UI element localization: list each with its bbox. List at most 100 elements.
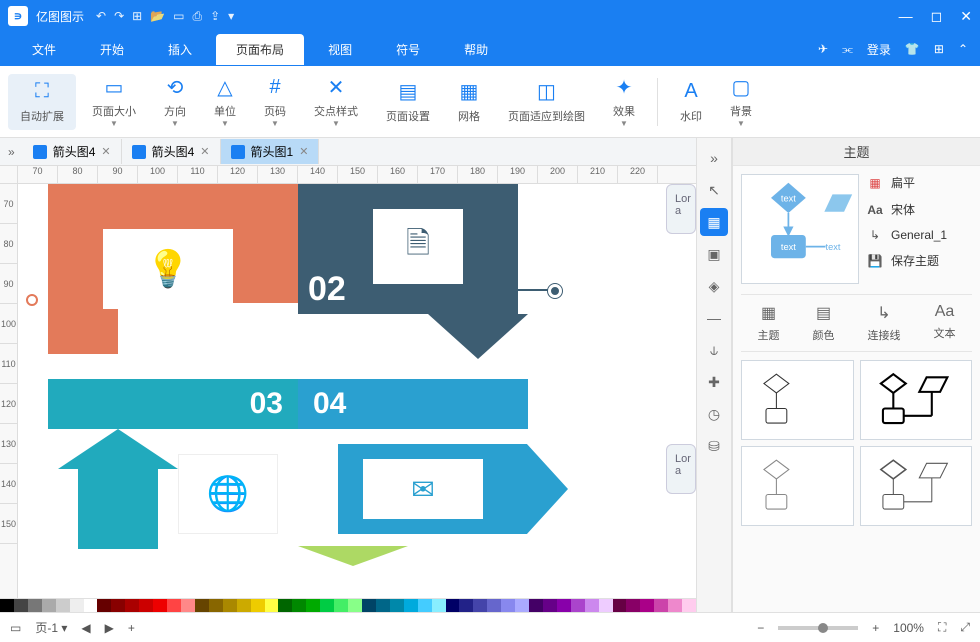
color-swatch[interactable] bbox=[292, 599, 306, 612]
presentation-icon[interactable]: ▭ bbox=[10, 621, 21, 635]
color-swatch[interactable] bbox=[237, 599, 251, 612]
save-icon[interactable]: ▭ bbox=[173, 9, 184, 24]
new-icon[interactable]: ⊞ bbox=[132, 9, 142, 24]
color-swatch[interactable] bbox=[404, 599, 418, 612]
print-icon[interactable]: ⎙ bbox=[193, 9, 203, 24]
restore-icon[interactable]: ◻ bbox=[931, 8, 943, 25]
color-swatch[interactable] bbox=[0, 599, 14, 612]
color-swatch[interactable] bbox=[571, 599, 585, 612]
fit-window-icon[interactable]: ⛶ bbox=[938, 620, 946, 635]
opt-connector[interactable]: ↳General_1 bbox=[867, 228, 947, 242]
color-swatch[interactable] bbox=[501, 599, 515, 612]
page-name-label[interactable]: 页-1 ▾ bbox=[35, 619, 67, 636]
login-button[interactable]: 登录 bbox=[867, 41, 891, 58]
cat-text[interactable]: Aa文本 bbox=[934, 303, 956, 343]
tab-close-icon[interactable]: ✕ bbox=[200, 145, 209, 158]
shape-arrow-01[interactable]: 💡 01 bbox=[48, 184, 298, 354]
shape-triangle-05[interactable] bbox=[298, 546, 408, 566]
opt-save-theme[interactable]: 💾保存主题 bbox=[867, 252, 947, 269]
menu-tab-page-layout[interactable]: 页面布局 bbox=[216, 34, 304, 65]
share-icon[interactable]: ⫘ bbox=[842, 42, 853, 57]
color-swatch[interactable] bbox=[585, 599, 599, 612]
minimize-icon[interactable]: — bbox=[899, 8, 913, 25]
color-swatch[interactable] bbox=[223, 599, 237, 612]
color-swatch[interactable] bbox=[432, 599, 446, 612]
next-page-icon[interactable]: ▶ bbox=[105, 621, 114, 635]
color-swatch[interactable] bbox=[529, 599, 543, 612]
color-swatch[interactable] bbox=[640, 599, 654, 612]
ribbon-page-size[interactable]: ▭页面大小▼ bbox=[80, 69, 148, 134]
color-swatch[interactable] bbox=[654, 599, 668, 612]
collapse-ribbon-icon[interactable]: ⌃ bbox=[958, 42, 968, 56]
send-icon[interactable]: ✈ bbox=[818, 42, 828, 56]
drawing-canvas[interactable]: 💡 01 🗎 02 03 🌐 04 ✉ bbox=[18, 184, 696, 598]
color-swatch[interactable] bbox=[459, 599, 473, 612]
color-swatch[interactable] bbox=[265, 599, 279, 612]
color-swatch[interactable] bbox=[42, 599, 56, 612]
connector-dot[interactable] bbox=[26, 294, 38, 306]
rail-history-icon[interactable]: ◷ bbox=[700, 400, 728, 428]
color-swatch[interactable] bbox=[446, 599, 460, 612]
undo-icon[interactable]: ↶ bbox=[96, 9, 106, 24]
color-swatch[interactable] bbox=[167, 599, 181, 612]
text-label-1[interactable]: Lor a bbox=[666, 184, 696, 234]
theme-thumb-1[interactable] bbox=[741, 360, 854, 440]
document-tab-3[interactable]: 箭头图1✕ bbox=[221, 139, 320, 164]
document-tab-1[interactable]: 箭头图4✕ bbox=[23, 139, 122, 164]
rail-layers-icon[interactable]: ◈ bbox=[700, 272, 728, 300]
zoom-out-icon[interactable]: − bbox=[757, 621, 764, 635]
menu-tab-file[interactable]: 文件 bbox=[12, 34, 76, 65]
opt-font[interactable]: Aa宋体 bbox=[867, 201, 947, 218]
color-swatch[interactable] bbox=[84, 599, 98, 612]
ribbon-intersection[interactable]: ✕交点样式▼ bbox=[302, 69, 370, 134]
ribbon-fit-page[interactable]: ◫页面适应到绘图 bbox=[496, 74, 597, 130]
rail-themes-icon[interactable]: ▦ bbox=[700, 208, 728, 236]
ribbon-background[interactable]: ▢背景▼ bbox=[718, 69, 764, 134]
color-swatch[interactable] bbox=[195, 599, 209, 612]
add-page-icon[interactable]: + bbox=[128, 621, 135, 635]
shape-arrow-04[interactable]: 04 ✉ bbox=[298, 379, 558, 549]
rail-chart-icon[interactable]: ⫝ bbox=[700, 336, 728, 364]
apps-icon[interactable]: ⊞ bbox=[934, 42, 944, 56]
color-swatch[interactable] bbox=[362, 599, 376, 612]
prev-page-icon[interactable]: ◀ bbox=[81, 621, 90, 635]
ribbon-page-number[interactable]: #页码▼ bbox=[252, 69, 298, 134]
zoom-level[interactable]: 100% bbox=[893, 621, 924, 635]
color-swatch[interactable] bbox=[306, 599, 320, 612]
color-swatch[interactable] bbox=[376, 599, 390, 612]
document-tab-2[interactable]: 箭头图4✕ bbox=[122, 139, 221, 164]
text-label-2[interactable]: Lor a bbox=[666, 444, 696, 494]
ribbon-grid[interactable]: ▦网格 bbox=[446, 74, 492, 130]
color-swatch[interactable] bbox=[56, 599, 70, 612]
color-swatch[interactable] bbox=[334, 599, 348, 612]
theme-thumb-4[interactable] bbox=[860, 446, 973, 526]
ribbon-orientation[interactable]: ⟲方向▼ bbox=[152, 69, 198, 134]
color-swatch[interactable] bbox=[125, 599, 139, 612]
color-swatch[interactable] bbox=[557, 599, 571, 612]
color-swatch[interactable] bbox=[668, 599, 682, 612]
redo-icon[interactable]: ↷ bbox=[114, 9, 124, 24]
tab-close-icon[interactable]: ✕ bbox=[101, 145, 110, 158]
tshirt-icon[interactable]: 👕 bbox=[905, 42, 920, 56]
rail-image-icon[interactable]: ▣ bbox=[700, 240, 728, 268]
zoom-slider[interactable] bbox=[778, 626, 858, 630]
menu-tab-insert[interactable]: 插入 bbox=[148, 34, 212, 65]
color-swatch[interactable] bbox=[390, 599, 404, 612]
connector-dot[interactable] bbox=[548, 284, 562, 298]
shape-arrow-02[interactable]: 🗎 02 bbox=[298, 184, 548, 364]
color-swatch[interactable] bbox=[418, 599, 432, 612]
color-swatch[interactable] bbox=[543, 599, 557, 612]
open-icon[interactable]: 📂 bbox=[150, 9, 165, 24]
menu-tab-view[interactable]: 视图 bbox=[308, 34, 372, 65]
rail-cursor-icon[interactable]: ↖ bbox=[700, 176, 728, 204]
color-swatch[interactable] bbox=[320, 599, 334, 612]
color-swatch[interactable] bbox=[599, 599, 613, 612]
theme-thumb-2[interactable] bbox=[860, 360, 973, 440]
color-swatch[interactable] bbox=[278, 599, 292, 612]
rail-symbol-icon[interactable]: ✚ bbox=[700, 368, 728, 396]
color-swatch[interactable] bbox=[348, 599, 362, 612]
zoom-in-icon[interactable]: + bbox=[872, 621, 879, 635]
color-swatch[interactable] bbox=[251, 599, 265, 612]
color-swatch[interactable] bbox=[626, 599, 640, 612]
ribbon-page-setup[interactable]: ▤页面设置 bbox=[374, 74, 442, 130]
